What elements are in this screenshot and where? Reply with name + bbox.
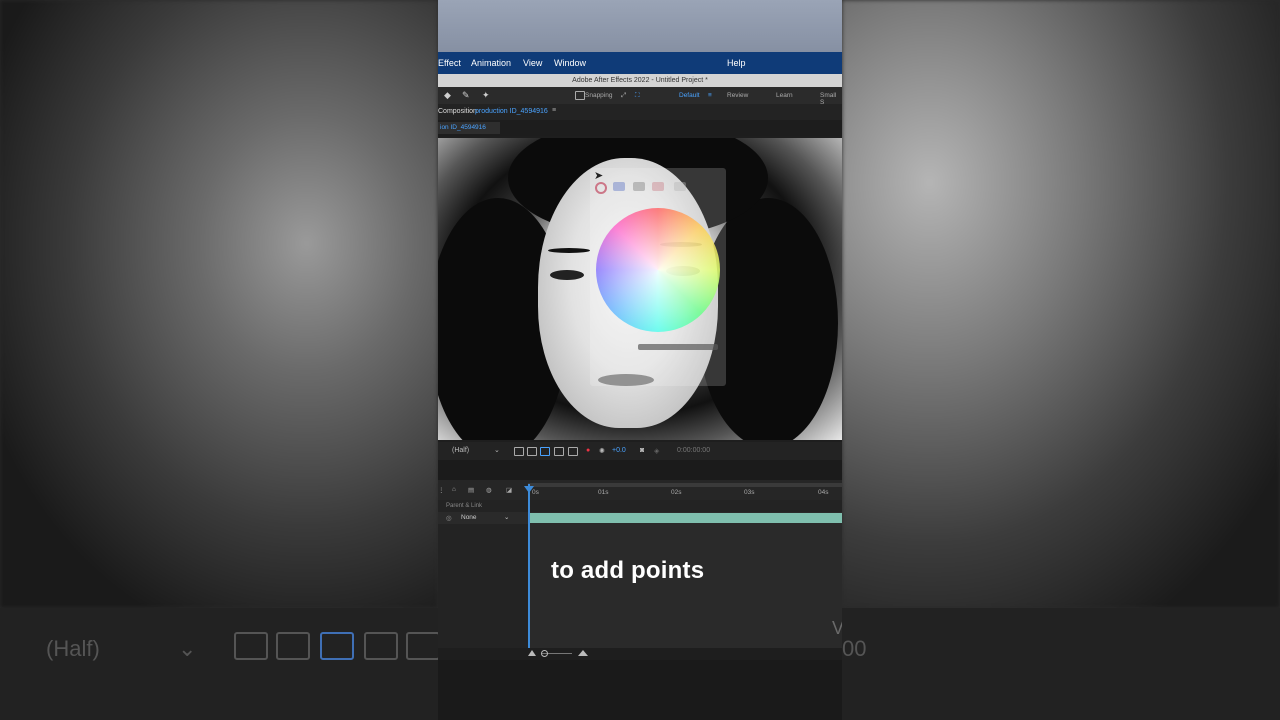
- chevron-down-icon[interactable]: ⌄: [504, 513, 509, 521]
- panel-menu-icon[interactable]: ≡: [552, 107, 556, 114]
- parent-link-header: Parent & Link: [446, 503, 483, 509]
- exposure-icon[interactable]: ✺: [599, 447, 605, 455]
- backdrop-panel: (Half) ⌄: [0, 608, 438, 720]
- backdrop-photo: [0, 0, 438, 608]
- color-wheel-mode-icon[interactable]: [595, 182, 607, 194]
- menu-bar: Effect Animation View Window Help: [438, 52, 842, 74]
- snapping-label: Snapping: [585, 92, 613, 99]
- fast-preview-icon: [234, 632, 268, 660]
- snap-options-icon[interactable]: ⛶: [635, 92, 640, 100]
- snap-icon[interactable]: ⤢: [621, 92, 626, 100]
- backdrop-left: (Half) ⌄: [0, 0, 438, 720]
- desktop-background: [438, 0, 842, 52]
- tick-03s: 03s: [744, 489, 755, 496]
- frame-blend-icon[interactable]: ▤: [468, 486, 474, 494]
- guides-icon: [406, 632, 438, 660]
- tools-toolbar: ◆ ✎ ✦ Snapping ⤢ ⛶ Default ≡ Review Lear…: [438, 87, 842, 106]
- brightness-slider[interactable]: [638, 344, 718, 350]
- tick-04s: 04s: [818, 489, 829, 496]
- chevron-down-icon[interactable]: ⌄: [494, 446, 500, 454]
- puppet-pin-icon[interactable]: ✦: [482, 90, 492, 100]
- menu-window[interactable]: Window: [554, 58, 586, 68]
- mouse-cursor-icon: ➤: [594, 170, 604, 182]
- exposure-value[interactable]: +0.0: [612, 447, 626, 454]
- guides-icon[interactable]: [568, 447, 578, 456]
- graph-editor-icon[interactable]: ◪: [506, 486, 512, 494]
- motion-blur-icon[interactable]: ◍: [486, 486, 492, 494]
- region-of-interest-icon: [364, 632, 398, 660]
- composition-panel-header: Composition production ID_4594916 ≡: [438, 104, 842, 120]
- transparency-grid-icon[interactable]: [527, 447, 537, 456]
- work-area-bar[interactable]: [528, 483, 842, 487]
- video-frame: Effect Animation View Window Help Adobe …: [438, 0, 842, 720]
- menu-animation[interactable]: Animation: [471, 58, 511, 68]
- transparency-grid-icon: [276, 632, 310, 660]
- menu-help[interactable]: Help: [727, 58, 746, 68]
- watermark: V: [832, 618, 842, 638]
- zoom-out-icon[interactable]: [528, 650, 536, 656]
- menu-effect[interactable]: Effect: [438, 58, 461, 68]
- swatches-mode-icon[interactable]: [633, 182, 645, 191]
- backdrop-right: 00: [842, 0, 1280, 720]
- snapping-checkbox[interactable]: [575, 91, 585, 100]
- eraser-tool-icon[interactable]: ◆: [444, 90, 454, 100]
- video-caption: to add points: [551, 557, 705, 584]
- workspace-review[interactable]: Review: [727, 92, 748, 99]
- tick-01s: 01s: [598, 489, 609, 496]
- tab-composition[interactable]: ion ID_4594916: [438, 122, 500, 134]
- mask-path-icon: [320, 632, 354, 660]
- region-of-interest-icon[interactable]: [554, 447, 564, 456]
- workspace-learn[interactable]: Learn: [776, 92, 793, 99]
- zoom-slider-knob[interactable]: [541, 650, 548, 657]
- composition-viewer[interactable]: ➤: [438, 138, 842, 440]
- tick-02s: 02s: [671, 489, 682, 496]
- shy-layers-icon[interactable]: ⌂: [452, 486, 456, 493]
- frame-bottom: [438, 660, 842, 720]
- playhead-line[interactable]: [528, 484, 530, 648]
- parent-dropdown[interactable]: None: [461, 514, 477, 521]
- timeline-columns-header: Parent & Link: [438, 500, 842, 512]
- playhead-handle[interactable]: [524, 486, 534, 493]
- show-snapshot-icon[interactable]: ◈: [654, 447, 659, 455]
- mask-path-icon[interactable]: [540, 447, 550, 456]
- snapshot-icon[interactable]: ◙: [640, 447, 644, 454]
- zoom-in-icon[interactable]: [578, 650, 588, 656]
- pick-whip-icon[interactable]: ◎: [446, 514, 452, 522]
- layer-duration-bar[interactable]: [530, 513, 842, 523]
- hamburger-icon[interactable]: ≡: [708, 92, 712, 99]
- window-title: Adobe After Effects 2022 - Untitled Proj…: [438, 74, 842, 87]
- sliders-mode-icon[interactable]: [613, 182, 625, 191]
- composition-label: Composition: [438, 108, 477, 115]
- backdrop-panel-right: 00: [842, 608, 1280, 720]
- left-brow: [548, 248, 590, 253]
- panel-gap: [438, 460, 842, 480]
- roto-brush-icon[interactable]: ✎: [462, 90, 472, 100]
- harmony-mode-icon[interactable]: [652, 182, 664, 191]
- backdrop-resolution: (Half): [46, 636, 100, 661]
- backdrop-photo-right: [842, 0, 1280, 608]
- left-eye: [550, 270, 584, 280]
- color-wheel-fade: [596, 208, 720, 332]
- backdrop-number: 00: [842, 636, 867, 661]
- resolution-dropdown[interactable]: (Half): [452, 447, 469, 454]
- timeline-menu-icon[interactable]: ⋮: [438, 486, 445, 494]
- chevron-down-icon: ⌄: [178, 636, 197, 661]
- channel-icon[interactable]: ●: [586, 447, 590, 454]
- eyedropper-mode-icon[interactable]: [674, 182, 686, 191]
- composition-tab-bar: ion ID_4594916: [438, 120, 842, 136]
- composition-name[interactable]: production ID_4594916: [475, 108, 548, 115]
- workspace-default[interactable]: Default: [679, 92, 700, 99]
- timecode[interactable]: 0:00:00:00: [677, 447, 710, 454]
- viewer-controls: (Half) ⌄ ● ✺ +0.0 ◙ ◈ 0:00:00:00: [438, 442, 842, 460]
- timeline-zoom-bar: [438, 648, 842, 660]
- fast-preview-icon[interactable]: [514, 447, 524, 456]
- timeline-left-column: [438, 524, 528, 648]
- menu-view[interactable]: View: [523, 58, 542, 68]
